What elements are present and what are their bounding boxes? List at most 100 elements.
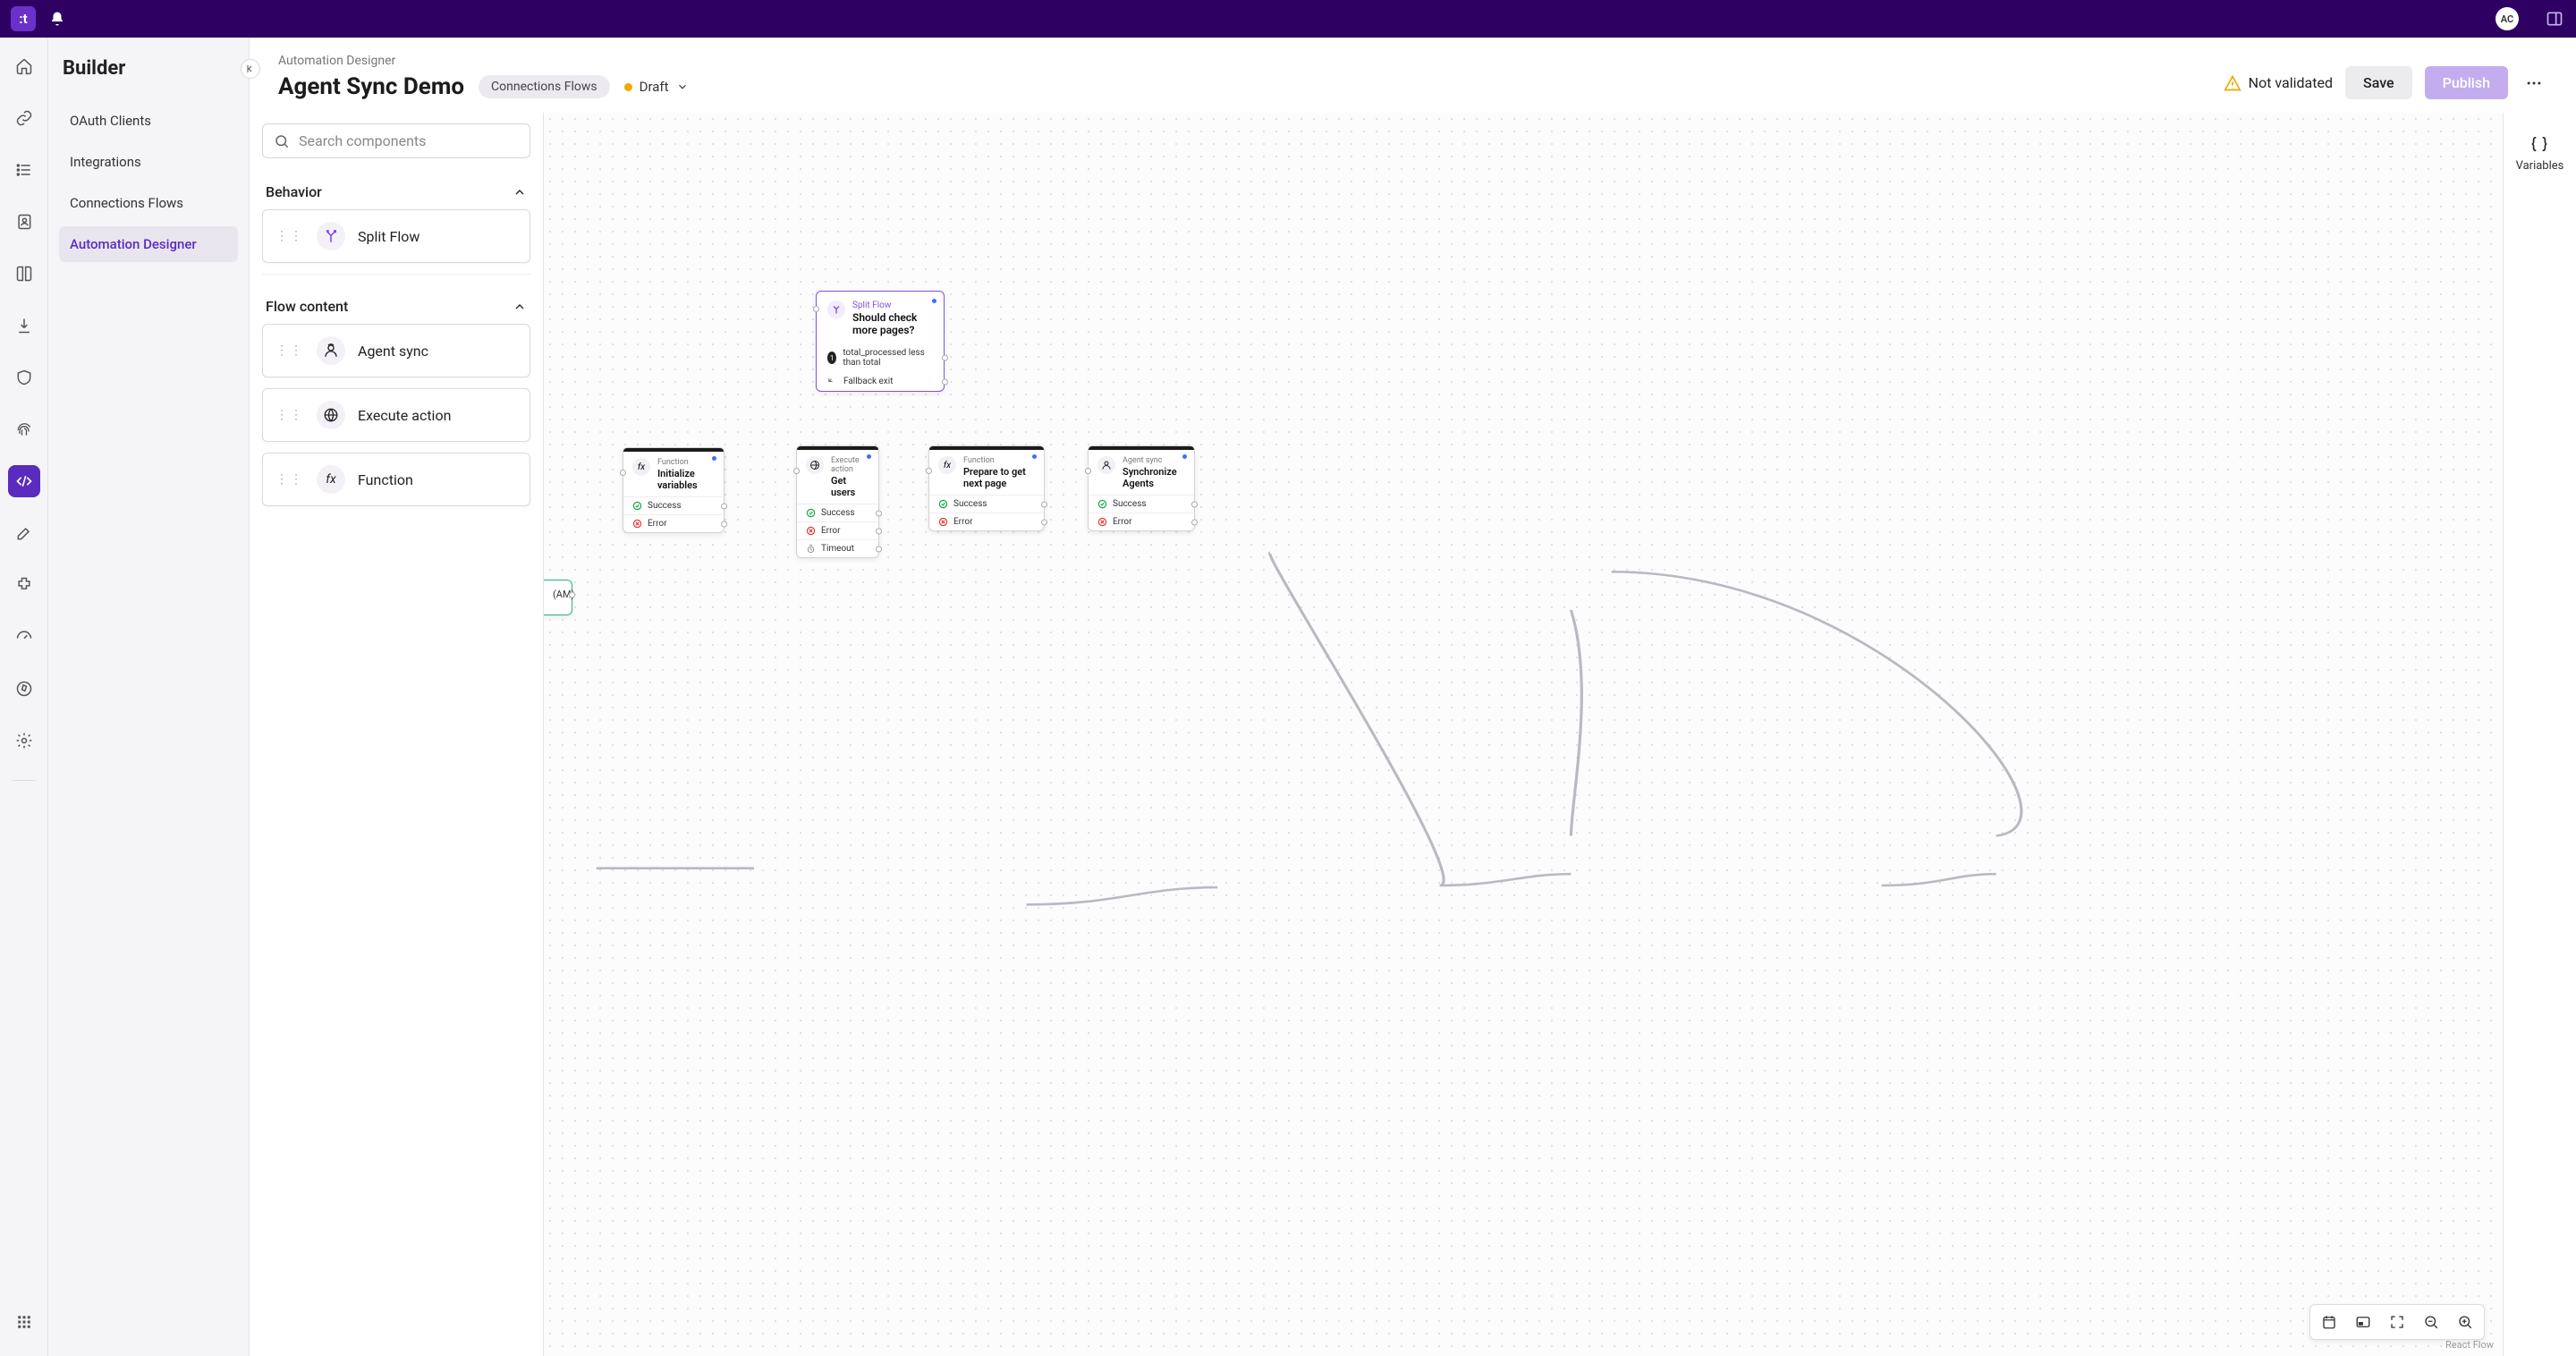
- output-port[interactable]: [942, 355, 948, 361]
- output-port[interactable]: [721, 503, 727, 509]
- status-dropdown[interactable]: Draft: [624, 79, 689, 95]
- chevron-up-icon: [513, 300, 527, 314]
- rail-book-icon[interactable]: [8, 258, 40, 290]
- output-port[interactable]: [942, 378, 948, 385]
- input-port[interactable]: [813, 306, 819, 312]
- rail-import-icon[interactable]: [8, 309, 40, 342]
- component-agent-sync[interactable]: ⋮⋮ Agent sync: [262, 324, 530, 377]
- more-menu-button[interactable]: [2521, 70, 2547, 97]
- output-success[interactable]: Success: [797, 504, 878, 521]
- component-function[interactable]: ⋮⋮ fx Function: [262, 453, 530, 506]
- search-input[interactable]: [299, 132, 519, 149]
- rail-contacts-icon[interactable]: [8, 206, 40, 238]
- zoom-out-button[interactable]: [2416, 1309, 2446, 1335]
- drag-handle-icon: ⋮⋮: [275, 233, 304, 240]
- output-port[interactable]: [876, 510, 882, 516]
- panel-toggle-icon[interactable]: [2544, 8, 2565, 30]
- collapse-sidebar-button[interactable]: [241, 59, 260, 79]
- validation-text: Not validated: [2249, 74, 2333, 91]
- rail-apps-icon[interactable]: [8, 1306, 40, 1338]
- minimap-button[interactable]: [2348, 1309, 2378, 1335]
- user-avatar[interactable]: AC: [2496, 7, 2519, 30]
- notifications-icon[interactable]: [48, 10, 66, 28]
- node-initialize-variables[interactable]: fx FunctionInitialize variables Success …: [623, 447, 724, 533]
- fullscreen-button[interactable]: [2382, 1309, 2412, 1335]
- output-success[interactable]: Success: [623, 496, 724, 514]
- input-port[interactable]: [620, 470, 626, 476]
- node-get-users[interactable]: Execute actionGet users Success Error Ti…: [796, 445, 879, 558]
- split-icon: [827, 301, 845, 318]
- output-error[interactable]: Error: [929, 513, 1044, 530]
- flow-canvas[interactable]: (AM) Split Flow Should check more pages?: [544, 113, 2503, 1356]
- rail-edit-icon[interactable]: [8, 517, 40, 549]
- output-label: Error: [1113, 517, 1131, 527]
- fallback-text: Fallback exit: [843, 377, 893, 386]
- split-condition[interactable]: 1 total_processed less than total: [817, 343, 944, 372]
- output-port[interactable]: [1041, 501, 1047, 507]
- condition-text: total_processed less than total: [843, 348, 933, 368]
- nav-connections-flows[interactable]: Connections Flows: [59, 185, 238, 221]
- output-port[interactable]: [876, 528, 882, 534]
- rail-link-icon[interactable]: [8, 102, 40, 134]
- section-flow-content[interactable]: Flow content: [262, 291, 530, 324]
- function-icon: fx: [317, 465, 345, 494]
- output-timeout[interactable]: Timeout: [797, 539, 878, 557]
- node-split-flow[interactable]: Split Flow Should check more pages? 1 to…: [816, 291, 945, 392]
- publish-button[interactable]: Publish: [2425, 66, 2508, 99]
- input-port[interactable]: [793, 468, 800, 474]
- rail-compass-icon[interactable]: [8, 673, 40, 705]
- save-button[interactable]: Save: [2345, 66, 2412, 99]
- output-error[interactable]: Error: [623, 514, 724, 532]
- search-components[interactable]: [262, 123, 530, 158]
- function-icon: fx: [632, 458, 650, 476]
- output-port[interactable]: [876, 546, 882, 552]
- drag-handle-icon: ⋮⋮: [275, 411, 304, 419]
- split-fallback[interactable]: Fallback exit: [817, 372, 944, 391]
- output-success[interactable]: Success: [929, 495, 1044, 513]
- secondary-title: Builder: [59, 57, 238, 80]
- node-entry[interactable]: (AM): [544, 580, 572, 615]
- fallback-icon: [827, 377, 837, 386]
- node-type: Execute action: [831, 456, 869, 474]
- app-logo[interactable]: :t: [11, 6, 36, 31]
- node-type: Function: [963, 456, 1035, 465]
- status-dot-icon: [932, 299, 936, 303]
- split-icon: [317, 222, 345, 250]
- output-port[interactable]: [569, 591, 575, 597]
- input-port[interactable]: [1085, 468, 1091, 474]
- rail-shield-icon[interactable]: [8, 361, 40, 394]
- icon-rail: [0, 38, 48, 1356]
- rail-fingerprint-icon[interactable]: [8, 413, 40, 445]
- node-prepare-next-page[interactable]: fx FunctionPrepare to get next page Succ…: [928, 445, 1045, 531]
- output-error[interactable]: Error: [1089, 513, 1194, 530]
- calendar-button[interactable]: [2314, 1309, 2344, 1335]
- drag-handle-icon: ⋮⋮: [275, 476, 304, 483]
- section-behavior[interactable]: Behavior: [262, 176, 530, 209]
- search-icon: [274, 133, 290, 149]
- output-port[interactable]: [1191, 501, 1198, 507]
- rail-gauge-icon[interactable]: [8, 621, 40, 653]
- right-rail: Variables: [2503, 113, 2576, 1356]
- rail-code-icon[interactable]: [8, 465, 40, 497]
- rail-list-icon[interactable]: [8, 154, 40, 186]
- nav-oauth-clients[interactable]: OAuth Clients: [59, 103, 238, 139]
- nav-integrations[interactable]: Integrations: [59, 144, 238, 180]
- node-title: Prepare to get next page: [963, 466, 1035, 489]
- output-label: Success: [648, 501, 682, 511]
- rail-settings-icon[interactable]: [8, 725, 40, 757]
- node-synchronize-agents[interactable]: Agent syncSynchronize Agents Success Err…: [1088, 445, 1195, 531]
- output-port[interactable]: [721, 521, 727, 527]
- rail-integration-icon[interactable]: [8, 569, 40, 601]
- rail-home-icon[interactable]: [8, 50, 40, 82]
- output-port[interactable]: [1191, 519, 1198, 525]
- input-port[interactable]: [926, 468, 932, 474]
- component-split-flow[interactable]: ⋮⋮ Split Flow: [262, 209, 530, 263]
- component-execute-action[interactable]: ⋮⋮ Execute action: [262, 388, 530, 442]
- output-error[interactable]: Error: [797, 521, 878, 539]
- zoom-in-button[interactable]: [2450, 1309, 2480, 1335]
- variables-panel-button[interactable]: Variables: [2516, 134, 2564, 173]
- output-port[interactable]: [1041, 519, 1047, 525]
- warning-icon: [2224, 74, 2241, 92]
- output-success[interactable]: Success: [1089, 495, 1194, 513]
- nav-automation-designer[interactable]: Automation Designer: [59, 226, 238, 262]
